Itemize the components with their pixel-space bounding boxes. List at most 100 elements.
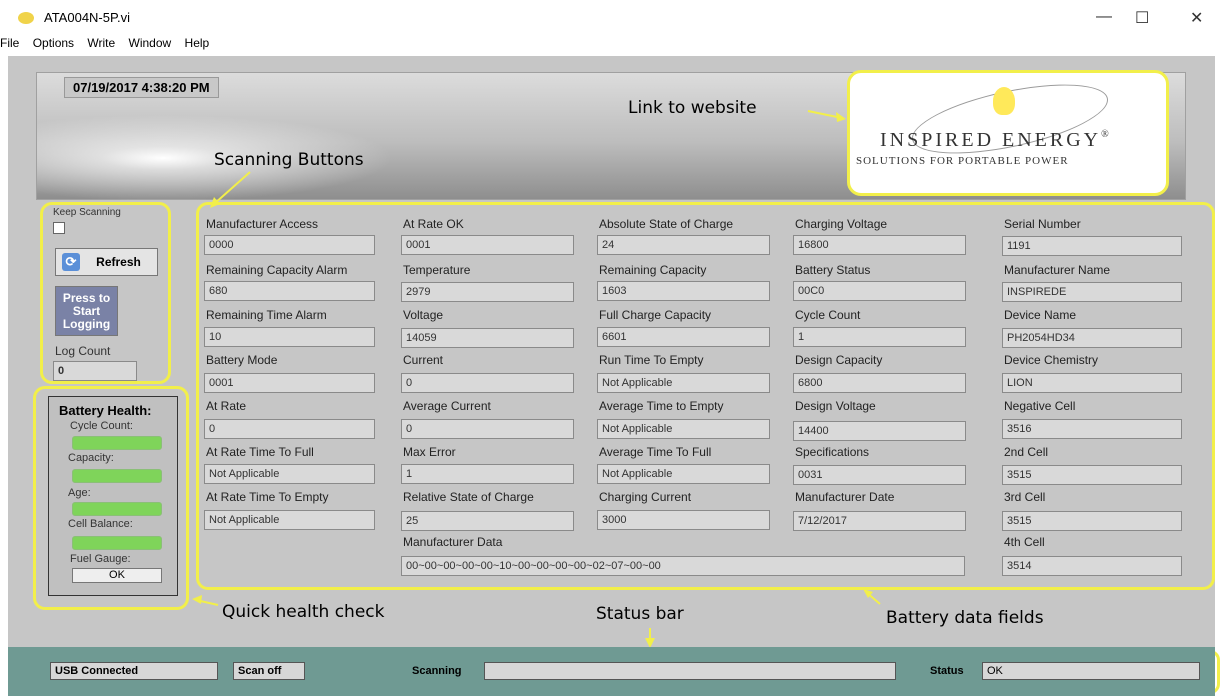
field-label: Device Name [1004,308,1077,322]
field-label: Serial Number [1004,217,1081,231]
start-logging-button[interactable]: Press to Start Logging [55,286,118,336]
field-value: 1191 [1002,236,1182,256]
field-label: 3rd Cell [1004,490,1046,504]
field-value: 00C0 [793,281,966,301]
field-value: PH2054HD34 [1002,328,1182,348]
keep-scanning-checkbox[interactable] [53,222,65,234]
field-value: 10 [204,327,375,347]
health-capacity-label: Capacity: [68,452,114,464]
field-label: Device Chemistry [1004,353,1099,367]
field-value: 0 [401,373,574,393]
field-label: Design Voltage [795,399,876,413]
refresh-icon: ⟳ [62,253,80,271]
field-label: Battery Status [795,263,871,277]
field-value: Not Applicable [204,510,375,530]
field-label: Absolute State of Charge [599,217,734,231]
battery-health-title: Battery Health: [59,403,152,418]
field-label: Charging Current [599,490,692,504]
log-count-field: 0 [53,361,137,381]
field-value: Not Applicable [597,419,770,439]
field-value: 1 [401,464,574,484]
scanning-progress [484,662,896,680]
field-label: At Rate [206,399,247,413]
field-label: Negative Cell [1004,399,1076,413]
field-label: Max Error [403,445,456,459]
status-label: Status [930,665,964,677]
field-label: Design Capacity [795,353,883,367]
usb-status: USB Connected [50,662,218,680]
field-value: 16800 [793,235,966,255]
field-label: Remaining Capacity Alarm [206,263,348,277]
field-label: Battery Mode [206,353,278,367]
field-value: 680 [204,281,375,301]
field-label: At Rate Time To Full [206,445,314,459]
cell-balance-gauge [72,536,162,550]
field-label: Voltage [403,308,444,322]
field-value: 0001 [204,373,375,393]
field-value: 2979 [401,282,574,302]
cycle-count-gauge [72,436,162,450]
log-count-label: Log Count [55,344,111,358]
manufacturer-data-value: 00~00~00~00~00~10~00~00~00~00~02~07~00~0… [401,556,965,576]
field-label: Relative State of Charge [403,490,534,504]
field-value: INSPIREDE [1002,282,1182,302]
field-label: Full Charge Capacity [599,308,712,322]
health-age-label: Age: [68,487,91,499]
field-value: 3516 [1002,419,1182,439]
scan-status: Scan off [233,662,305,680]
field-label: Average Time To Full [599,445,712,459]
field-label: At Rate OK [403,217,464,231]
field-value: 3514 [1002,556,1182,576]
fields-highlight [196,202,1215,590]
field-value: 24 [597,235,770,255]
field-label: Current [403,353,444,367]
field-value: 3515 [1002,465,1182,485]
logo-title: INSPIRED ENERGY® [880,129,1112,151]
field-label: Specifications [795,445,870,459]
logo-subtitle: SOLUTIONS FOR PORTABLE POWER [856,155,1069,167]
field-value: 3000 [597,510,770,530]
age-gauge [72,502,162,516]
field-value: 1 [793,327,966,347]
website-logo-link[interactable]: INSPIRED ENERGY® SOLUTIONS FOR PORTABLE … [847,70,1169,196]
lightbulb-icon [993,87,1015,115]
field-value: 0031 [793,465,966,485]
scanning-label: Scanning [412,665,462,677]
fuel-gauge-ok[interactable]: OK [72,568,162,583]
field-value: Not Applicable [597,464,770,484]
health-cell-balance-label: Cell Balance: [68,518,133,530]
field-value: 14059 [401,328,574,348]
refresh-label: Refresh [96,255,141,269]
field-label: Average Time to Empty [599,399,724,413]
field-label: Run Time To Empty [599,353,704,367]
keep-scanning-label: Keep Scanning [53,207,121,218]
health-cycle-count-label: Cycle Count: [70,420,133,432]
field-value: 0001 [401,235,574,255]
field-label: At Rate Time To Empty [206,490,329,504]
field-label: Manufacturer Date [795,490,895,504]
field-value: 7/12/2017 [793,511,966,531]
field-value: 6800 [793,373,966,393]
status-value: OK [982,662,1200,680]
refresh-button[interactable]: ⟳ Refresh [55,248,158,276]
field-label: Temperature [403,263,471,277]
field-label: 4th Cell [1004,535,1045,549]
field-value: 0 [401,419,574,439]
field-label: Remaining Capacity [599,263,707,277]
health-fuel-gauge-label: Fuel Gauge: [70,553,131,565]
field-value: 14400 [793,421,966,441]
field-value: LION [1002,373,1182,393]
field-value: 1603 [597,281,770,301]
field-value: 25 [401,511,574,531]
field-label: Charging Voltage [795,217,888,231]
field-label: Cycle Count [795,308,861,322]
field-label: Manufacturer Name [1004,263,1111,277]
field-value: Not Applicable [204,464,375,484]
field-label: Average Current [403,399,491,413]
field-value: 0000 [204,235,375,255]
logo-orbit [906,70,1114,168]
field-value: 3515 [1002,511,1182,531]
field-value: 0 [204,419,375,439]
field-label: 2nd Cell [1004,445,1049,459]
capacity-gauge [72,469,162,483]
